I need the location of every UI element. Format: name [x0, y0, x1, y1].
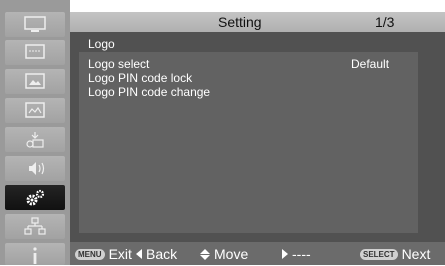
left-arrow-icon	[136, 249, 142, 259]
sidebar-item-setting[interactable]	[5, 185, 65, 210]
screen-icon	[26, 132, 44, 148]
back-button[interactable]: Back	[136, 246, 177, 262]
exit-label: Exit	[108, 246, 132, 262]
sidebar-menu	[0, 0, 70, 265]
menu-item-logo-pin-code-lock[interactable]: Logo PIN code lock	[88, 71, 192, 85]
move-label: Move	[214, 246, 249, 262]
page-indicator: 1/3	[375, 14, 395, 30]
footer-guide-bar: MENU Exit Back Move ---- SELECT Next	[70, 242, 445, 265]
right-label: ----	[292, 246, 311, 262]
panel-title: Logo	[88, 37, 115, 51]
right-arrow-icon	[282, 249, 288, 259]
exit-button[interactable]: MENU Exit	[75, 246, 132, 262]
sidebar-item-network[interactable]	[5, 214, 65, 239]
next-label: Next	[401, 246, 431, 262]
right-button[interactable]: ----	[282, 246, 311, 262]
page-title: Setting	[218, 14, 262, 30]
sidebar-item-image-adjust[interactable]	[5, 98, 65, 123]
sidebar-item-display[interactable]	[5, 12, 65, 37]
image-adjust-icon	[25, 102, 45, 118]
next-button[interactable]: SELECT Next	[360, 246, 430, 262]
info-icon	[33, 247, 37, 264]
menu-item-logo-select[interactable]: Logo select	[88, 57, 149, 71]
sidebar-item-screen[interactable]	[5, 127, 65, 152]
logo-panel: Logo Logo select Default Logo PIN code l…	[70, 32, 445, 242]
sidebar-item-image-select[interactable]	[5, 69, 65, 94]
sound-icon	[29, 162, 45, 175]
title-bar: Setting 1/3	[70, 12, 445, 32]
pc-adjust-icon	[25, 44, 45, 59]
sidebar-item-info[interactable]	[5, 243, 65, 265]
setting-gear-icon	[26, 189, 45, 206]
sidebar-item-sound[interactable]	[5, 156, 65, 181]
display-icon	[24, 16, 46, 32]
logo-select-value: Default	[351, 57, 390, 71]
up-down-arrow-icon	[200, 248, 210, 260]
move-button[interactable]: Move	[200, 246, 248, 262]
back-label: Back	[146, 246, 178, 262]
network-icon	[24, 217, 46, 235]
sidebar-item-pc-adjust[interactable]	[5, 40, 65, 65]
select-key-icon: SELECT	[360, 248, 398, 260]
menu-key-icon: MENU	[75, 248, 105, 260]
menu-item-logo-pin-code-change[interactable]: Logo PIN code change	[88, 85, 210, 99]
image-select-icon	[25, 73, 45, 89]
